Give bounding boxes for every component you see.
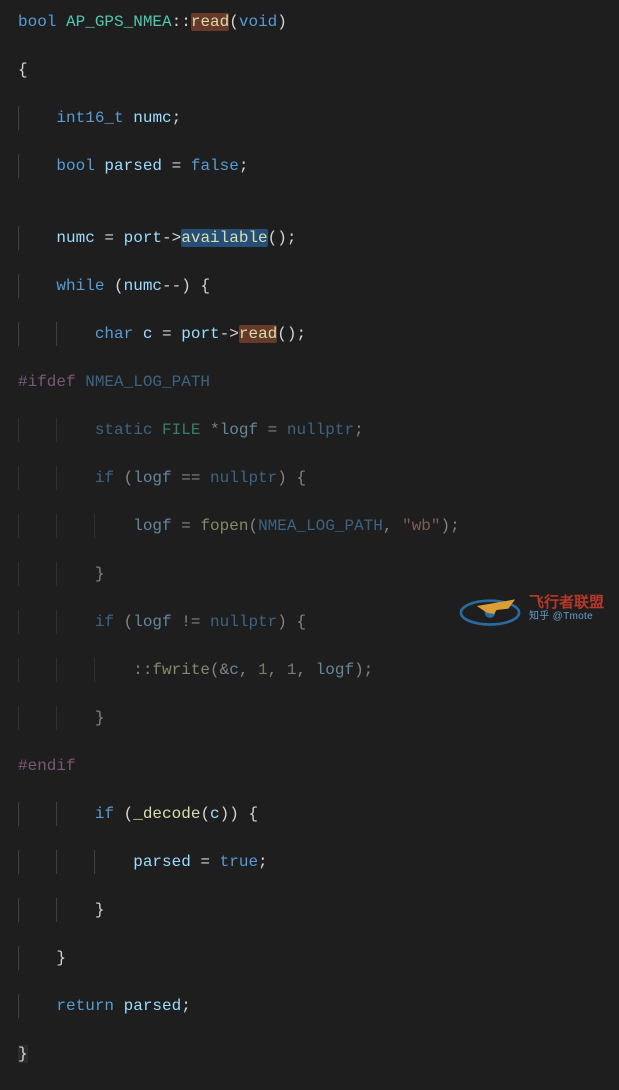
code-line: while (numc--) { (18, 274, 609, 298)
code-line: } (18, 1042, 609, 1066)
code-block: bool AP_GPS_NMEA::read(void) { int16_t n… (0, 10, 609, 1090)
code-line: } (18, 562, 609, 586)
code-line: #endif (18, 754, 609, 778)
fn-read2-highlight: read (239, 325, 277, 343)
code-line: static FILE *logf = nullptr; (18, 418, 609, 442)
code-line: logf = fopen(NMEA_LOG_PATH, "wb"); (18, 514, 609, 538)
code-line: bool parsed = false; (18, 154, 609, 178)
code-line: if (logf != nullptr) { (18, 610, 609, 634)
code-line: return parsed; (18, 994, 609, 1018)
fn-read-highlight: read (191, 13, 229, 31)
code-line: if (_decode(c)) { (18, 802, 609, 826)
code-line: numc = port->available(); (18, 226, 609, 250)
code-line: char c = port->read(); (18, 322, 609, 346)
code-line: parsed = true; (18, 850, 609, 874)
code-line: ::fwrite(&c, 1, 1, logf); (18, 658, 609, 682)
code-line: } (18, 706, 609, 730)
fn-available-highlight: available (181, 229, 267, 247)
code-line: bool AP_GPS_NMEA::read(void) (18, 10, 609, 34)
code-line: } (18, 898, 609, 922)
code-line: } (18, 946, 609, 970)
code-line: if (logf == nullptr) { (18, 466, 609, 490)
code-line: { (18, 58, 609, 82)
code-line: int16_t numc; (18, 106, 609, 130)
code-line: #ifdef NMEA_LOG_PATH (18, 370, 609, 394)
